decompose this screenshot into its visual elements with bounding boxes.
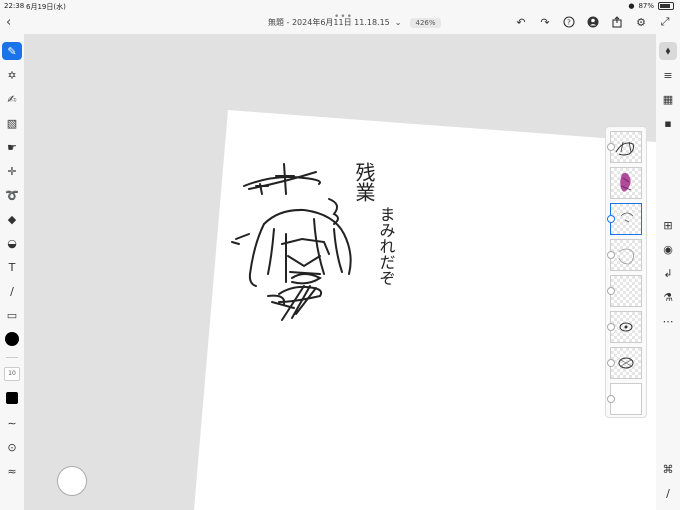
smudge-tool-icon[interactable]: ☛ [2, 138, 22, 156]
top-app-bar: ‹ ••• 無題 - 2024年6月11日 11.18.15 ⌄ 426% ↶ … [0, 12, 680, 34]
wifi-icon: ● [628, 2, 635, 10]
battery-icon [658, 2, 674, 10]
help-icon[interactable]: ? [562, 15, 576, 29]
visibility-icon[interactable]: ◉ [659, 240, 677, 258]
layer-visibility-toggle[interactable] [607, 359, 615, 367]
brush-size-field[interactable]: 10 [4, 367, 20, 381]
brush-settings-icon[interactable]: ⊙ [2, 438, 22, 456]
blend-icon[interactable]: ⚗ [659, 288, 677, 306]
touch-shortcut-icon[interactable]: ≈ [2, 462, 22, 480]
lasso-tool-icon[interactable]: ➰ [2, 186, 22, 204]
layer-visibility-toggle[interactable] [607, 287, 615, 295]
divider [6, 357, 18, 358]
image-import-icon[interactable]: ▭ [2, 306, 22, 324]
layer-thumbnail[interactable] [610, 167, 642, 199]
battery-label: 87% [638, 2, 654, 10]
paint-bucket-icon[interactable]: ◆ [2, 210, 22, 228]
sketch-text-line-1: 残業 [352, 162, 376, 202]
layers-icon[interactable]: ⬧ [659, 42, 677, 60]
comments-icon[interactable]: ▪ [659, 114, 677, 132]
account-icon[interactable] [586, 15, 600, 29]
redo-icon[interactable]: ↷ [538, 15, 552, 29]
layer-visibility-toggle[interactable] [607, 251, 615, 259]
import-icon[interactable]: ↲ [659, 264, 677, 282]
back-button[interactable]: ‹ [6, 15, 11, 30]
add-layer-icon[interactable]: ⊞ [659, 216, 677, 234]
status-date: 6月19日(水) [26, 3, 66, 11]
status-time: 22:38 [4, 2, 25, 10]
brush-tool-icon[interactable]: ✎ [2, 42, 22, 60]
brush-shape-icon[interactable] [6, 392, 18, 404]
share-icon[interactable] [610, 15, 624, 29]
paper [194, 110, 656, 510]
color-swatch[interactable] [5, 332, 19, 346]
fullscreen-icon[interactable]: ⤢ [658, 15, 672, 29]
layer-visibility-toggle[interactable] [607, 395, 615, 403]
fill-brush-tool-icon[interactable]: ✍ [2, 90, 22, 108]
grid-icon[interactable]: ▦ [659, 90, 677, 108]
svg-text:?: ? [567, 19, 571, 27]
status-right: ● 87% [628, 2, 674, 10]
eyedropper-icon[interactable]: ∕ [2, 282, 22, 300]
more-icon[interactable]: ⋯ [659, 312, 677, 330]
layer-visibility-toggle[interactable] [607, 215, 615, 223]
stroke-stabilizer-icon[interactable]: ∼ [2, 414, 22, 432]
layers-panel [605, 126, 647, 418]
undo-icon[interactable]: ↶ [514, 15, 528, 29]
layer-visibility-toggle[interactable] [607, 143, 615, 151]
canvas-area[interactable]: 残業 まみれだぞ [24, 34, 656, 510]
status-bar: 22:38 6月19日(水) ● 87% [0, 0, 680, 12]
document-title-area: 無題 - 2024年6月11日 11.18.15 ⌄ 426% [268, 17, 441, 28]
text-tool-icon[interactable]: T [2, 258, 22, 276]
document-title[interactable]: 無題 - 2024年6月11日 11.18.15 [268, 17, 390, 28]
layer-visibility-toggle[interactable] [607, 323, 615, 331]
sketch-text-line-2: まみれだぞ [377, 206, 396, 286]
shape-fill-icon[interactable]: ◒ [2, 234, 22, 252]
ruler-icon[interactable]: ∕ [659, 484, 677, 502]
chevron-down-icon[interactable]: ⌄ [395, 18, 402, 27]
artwork-canvas[interactable]: 残業 まみれだぞ [24, 34, 656, 510]
move-tool-icon[interactable]: ✛ [2, 162, 22, 180]
adjustments-icon[interactable]: ≡ [659, 66, 677, 84]
zoom-level[interactable]: 426% [410, 17, 441, 28]
eraser-tool-icon[interactable]: ▧ [2, 114, 22, 132]
right-toolbar: ⬧ ≡ ▦ ▪ ⊞ ◉ ↲ ⚗ ⋯ ⌘ ∕ [656, 34, 680, 510]
settings-icon[interactable]: ⚙ [634, 15, 648, 29]
pixel-brush-tool-icon[interactable]: ✡ [2, 66, 22, 84]
tools-icon[interactable]: ⌘ [659, 460, 677, 478]
left-toolbar: ✎ ✡ ✍ ▧ ☛ ✛ ➰ ◆ ◒ T ∕ ▭ 10 ∼ ⊙ ≈ [0, 34, 24, 510]
top-actions: ↶ ↷ ? ⚙ ⤢ [514, 15, 672, 29]
